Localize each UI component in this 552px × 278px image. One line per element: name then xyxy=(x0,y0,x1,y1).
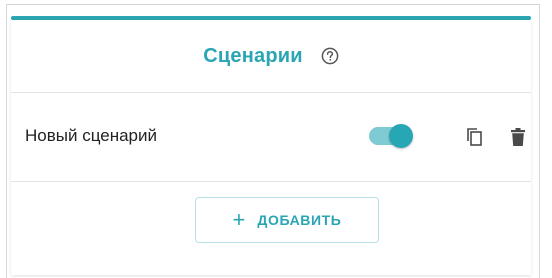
panel-title: Сценарии xyxy=(203,44,303,67)
toggle-knob xyxy=(389,124,413,148)
add-button-label: ДОБАВИТЬ xyxy=(257,212,342,228)
trash-icon[interactable] xyxy=(507,126,529,148)
scenario-name: Новый сценарий xyxy=(25,126,157,145)
help-circle-icon[interactable] xyxy=(321,47,339,65)
scenario-enabled-toggle[interactable] xyxy=(369,124,413,148)
copy-icon[interactable] xyxy=(463,126,485,148)
scenarios-panel: Сценарии Новый сценарий + ДОБАВИТЬ xyxy=(11,20,531,275)
panel-header: Сценарии xyxy=(11,20,531,93)
scenario-row: Новый сценарий xyxy=(11,93,531,182)
add-scenario-button[interactable]: + ДОБАВИТЬ xyxy=(195,197,379,243)
plus-icon: + xyxy=(232,207,246,232)
